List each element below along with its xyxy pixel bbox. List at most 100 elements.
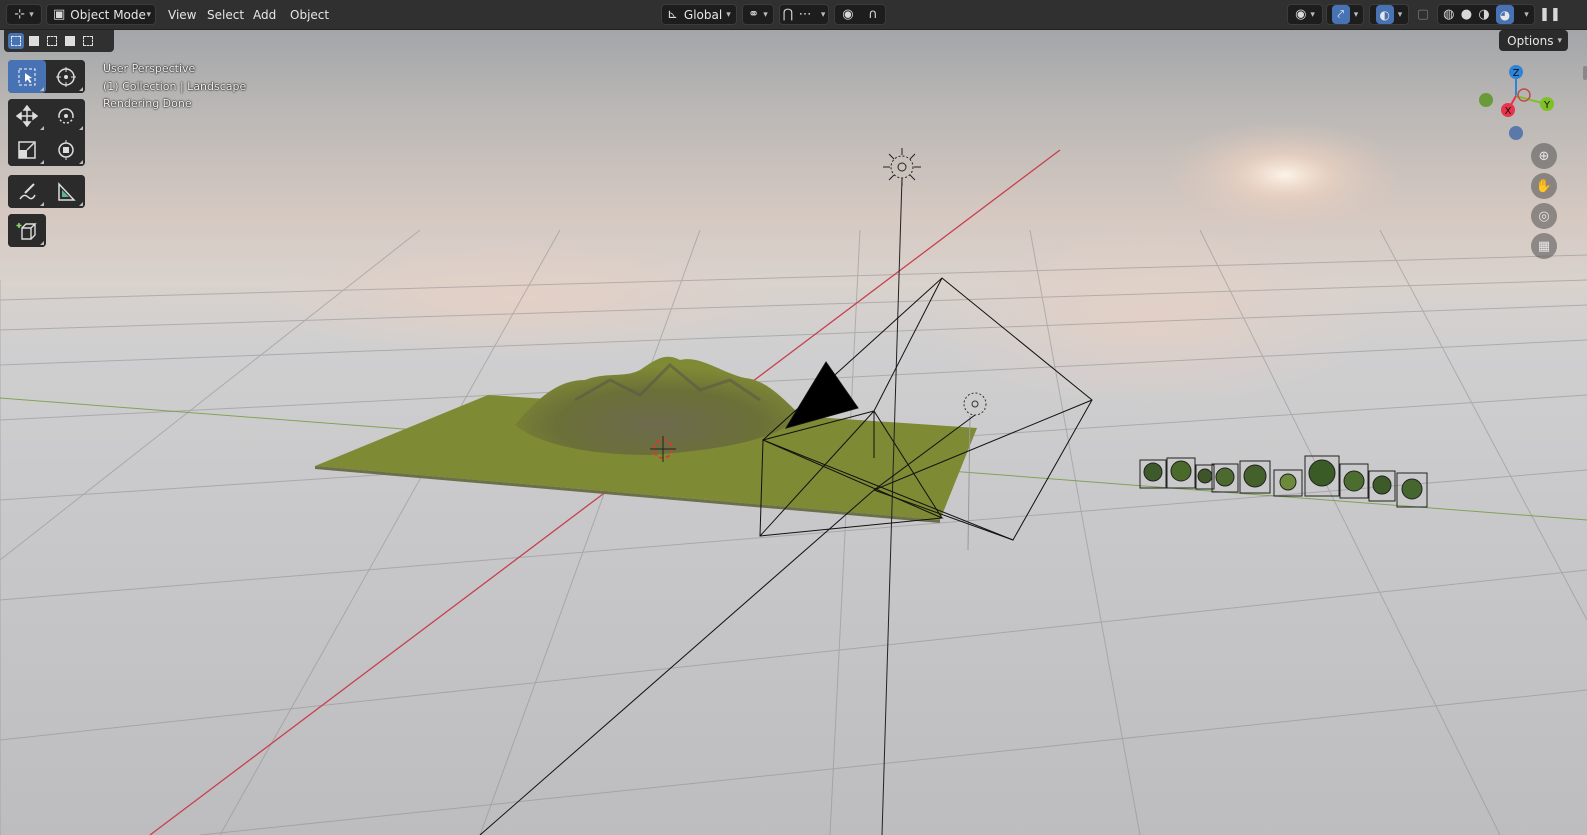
collection-label: (1) Collection | Landscape [103,80,247,93]
falloff-icon[interactable]: ∩ [868,8,878,21]
snap-increment-icon[interactable]: ⋯ [799,8,812,21]
editor-type-icon: ⊹ [14,7,26,22]
chevron-down-icon: ▾ [1353,9,1359,20]
y-axis-label: Y [1543,100,1551,111]
pan-button[interactable]: ✋ [1531,173,1557,199]
solid-shading-icon[interactable]: ● [1461,8,1472,21]
annotate-icon [19,182,36,199]
negative-x-handle[interactable] [1517,88,1531,102]
cursor-tool[interactable] [47,60,85,93]
chevron-down-icon: ▾ [1557,35,1562,46]
pause-render-button[interactable]: ❚❚ [1539,4,1561,25]
shading-mode-group[interactable]: ◍ ● ◑ ◕ ▾ [1437,4,1535,25]
add-cube-tool[interactable] [8,214,46,247]
horizon-glow-left [260,240,780,360]
material-preview-icon[interactable]: ◑ [1478,8,1489,21]
measure-icon [58,181,76,201]
menu-view[interactable]: View [160,4,204,25]
chevron-down-icon: ▾ [146,9,151,20]
select-subtract-icon [47,36,57,46]
orientation-icon: ⊾ [667,7,678,22]
pivot-point-dropdown[interactable]: ⚭ ▾ [742,4,774,25]
transform-tool[interactable] [47,133,85,166]
magnet-icon[interactable]: ⋂ [783,8,794,21]
gizmos-toggle[interactable]: ⤤ ▾ [1326,4,1364,25]
toolbar-annotate-group [8,175,85,208]
viewport-header: ⊹ ▾ ▣ Object Mode ▾ View Select Add Object … [0,0,1587,30]
scale-tool[interactable] [8,133,46,166]
options-label: Options [1507,33,1554,48]
negative-z-handle[interactable] [1509,126,1523,140]
select-invert-button[interactable] [62,33,78,49]
rotate-tool[interactable] [47,99,85,132]
move-tool[interactable] [8,99,46,132]
grid-icon: ▦ [1537,238,1551,254]
chevron-down-icon: ▾ [820,9,826,20]
transform-icon [58,139,74,160]
select-extend-button[interactable] [26,33,42,49]
gizmo-icon: ⤤ [1331,5,1350,24]
camera-view-button[interactable]: ◎ [1531,203,1557,229]
mode-dropdown[interactable]: ▣ Object Mode ▾ [46,4,156,25]
camera-icon: ◎ [1538,208,1550,224]
scale-icon [18,140,36,159]
select-intersect-button[interactable] [80,33,96,49]
overlays-toggle[interactable]: ◐ ▾ [1369,4,1409,25]
chevron-down-icon: ▾ [763,9,768,20]
rotate-icon [58,107,74,124]
options-dropdown[interactable]: Options ▾ [1499,30,1568,51]
menu-object[interactable]: Object [282,4,337,25]
toolbar-transform-group [8,99,85,166]
select-box-tool[interactable] [8,60,46,93]
tree-collection[interactable] [1139,455,1428,508]
visibility-dropdown[interactable]: ◉ ▾ [1287,4,1323,25]
chevron-down-icon: ▾ [1397,9,1403,20]
menu-add[interactable]: Add [245,4,284,25]
transform-orientation-dropdown[interactable]: ⊾ Global ▾ [661,4,737,25]
object-mode-icon: ▣ [53,7,66,22]
eye-icon: ◉ [1295,7,1307,22]
select-new-icon [11,36,21,46]
viewport-scrollbar[interactable] [1583,66,1587,80]
3d-viewport[interactable]: User Perspective (1) Collection | Landsc… [0,0,1587,835]
negative-y-handle[interactable] [1479,93,1493,107]
chevron-down-icon: ▾ [1310,9,1315,20]
wireframe-shading-icon[interactable]: ◍ [1443,8,1454,21]
proportional-editing-controls[interactable]: ◉ ∩ [834,4,886,25]
xray-toggle[interactable]: ▢ [1413,4,1433,25]
scene-canvas[interactable] [0,0,1587,835]
orientation-label: Global [683,7,723,22]
pivot-icon: ⚭ [748,7,760,22]
ortho-toggle-button[interactable]: ▦ [1531,233,1557,259]
horizon-glow [920,230,1380,410]
sun-glow [1165,120,1405,230]
chevron-down-icon: ▾ [726,9,731,20]
rendered-shading-icon[interactable]: ◕ [1496,5,1515,24]
select-box-icon [18,68,36,85]
cursor-icon [56,66,76,87]
hand-icon: ✋ [1535,178,1553,194]
render-status-label: Rendering Done [103,97,192,110]
move-icon [16,104,38,127]
selection-mode-row [4,30,114,52]
z-axis-label: Z [1513,68,1520,79]
snap-controls[interactable]: ⋂ ⋯ ▾ [779,4,829,25]
select-new-button[interactable] [8,33,24,49]
proportional-edit-icon[interactable]: ◉ [842,8,853,21]
measure-tool[interactable] [47,175,85,208]
select-intersect-icon [83,36,93,46]
editor-type-dropdown[interactable]: ⊹ ▾ [6,4,42,25]
annotate-tool[interactable] [8,175,46,208]
select-extend-icon [29,36,39,46]
zoom-button[interactable]: ⊕ [1531,143,1557,169]
mode-label: Object Mode [70,7,146,22]
x-axis-label: X [1505,106,1512,117]
view-name-label: User Perspective [103,62,196,75]
navigation-gizmo[interactable]: Z Y X [1474,62,1556,144]
chevron-down-icon: ▾ [29,9,34,20]
toolbar-add-group [8,214,46,247]
chevron-down-icon: ▾ [1524,9,1529,20]
select-subtract-button[interactable] [44,33,60,49]
toolbar-select-group [8,60,85,93]
add-cube-icon [16,222,37,240]
